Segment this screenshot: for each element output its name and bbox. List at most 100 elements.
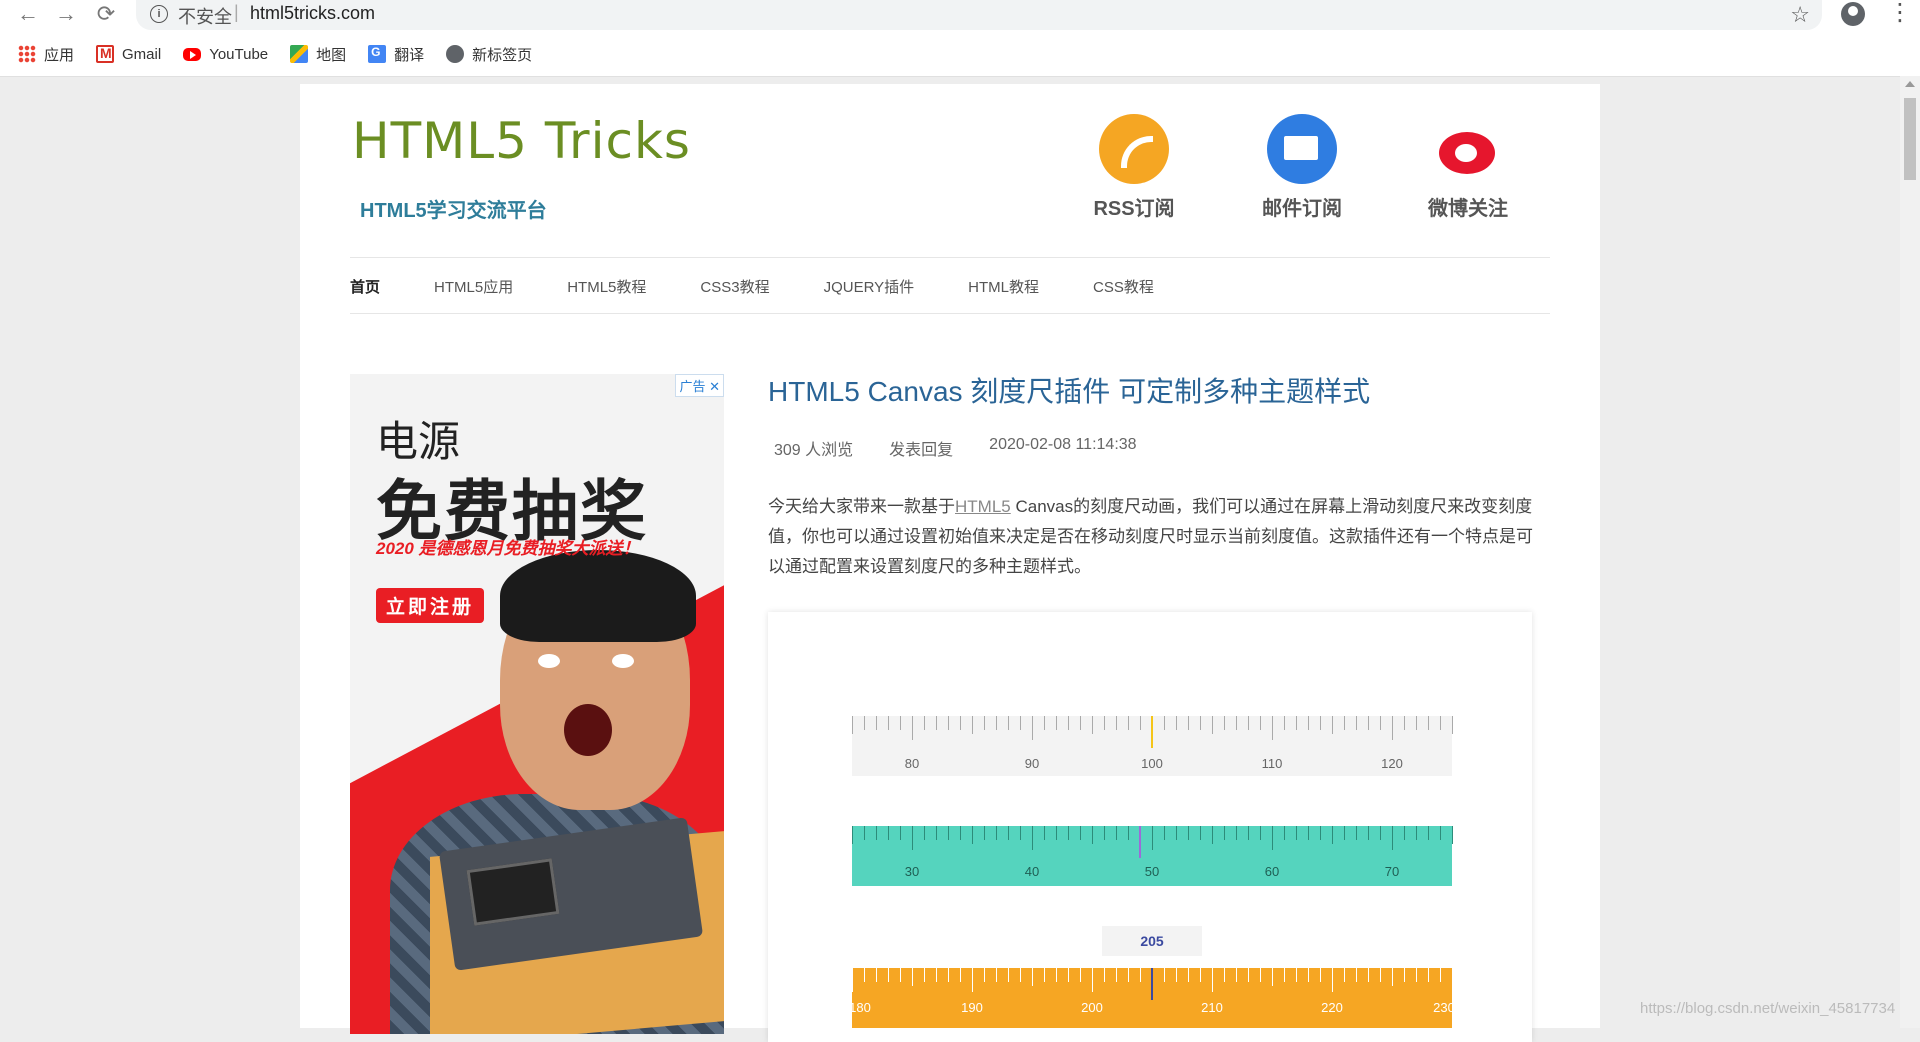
globe-icon bbox=[446, 45, 465, 63]
bookmark-maps[interactable]: 地图 bbox=[290, 44, 346, 65]
ruler-tick-label: 220 bbox=[1321, 1000, 1343, 1015]
ruler-tick bbox=[876, 716, 877, 730]
ruler-tick-label: 120 bbox=[1381, 756, 1403, 771]
ruler-tick bbox=[888, 968, 889, 982]
ad-register-button[interactable]: 立即注册 bbox=[376, 588, 485, 623]
reload-icon[interactable]: ⟳ bbox=[92, 0, 120, 28]
bookmark-apps[interactable]: 应用 bbox=[18, 44, 74, 65]
ruler-tick bbox=[1008, 826, 1009, 840]
ruler-tick-label: 90 bbox=[1024, 756, 1040, 771]
ruler-tick bbox=[1164, 826, 1165, 840]
page-content: HTML5 Tricks HTML5学习交流平台 RSS订阅 邮件订阅 微博关注… bbox=[300, 84, 1600, 1042]
kebab-menu-icon[interactable]: ⋮ bbox=[1888, 0, 1912, 26]
ruler-tick bbox=[852, 826, 853, 844]
close-icon[interactable]: ✕ bbox=[709, 379, 720, 394]
bookmark-translate[interactable]: 翻译 bbox=[368, 44, 424, 65]
post-date: 2020-02-08 11:14:38 bbox=[989, 436, 1137, 453]
ruler-tick bbox=[1020, 826, 1021, 840]
ruler-tick bbox=[1104, 716, 1105, 730]
ad-person-mouth bbox=[564, 704, 612, 756]
reply-link[interactable]: 发表回复 bbox=[889, 436, 953, 460]
ad-close-tag[interactable]: 广告 ✕ bbox=[675, 374, 724, 397]
weibo-follow[interactable]: 微博关注 bbox=[1408, 114, 1528, 221]
ruler-tick bbox=[876, 968, 877, 982]
ruler-tick bbox=[1224, 968, 1225, 982]
scrollbar-thumb[interactable] bbox=[1904, 98, 1916, 180]
ruler-tick bbox=[1368, 968, 1369, 982]
bookmark-star-icon[interactable]: ☆ bbox=[1790, 2, 1810, 28]
nav-jquery-plugins[interactable]: JQUERY插件 bbox=[824, 276, 915, 297]
article-title[interactable]: HTML5 Canvas 刻度尺插件 可定制多种主题样式 bbox=[768, 370, 1370, 410]
nav-css3-tutorials[interactable]: CSS3教程 bbox=[700, 276, 769, 297]
ruler-tick bbox=[1188, 968, 1189, 982]
address-bar[interactable]: i 不安全 | html5tricks.com ☆ bbox=[136, 0, 1822, 30]
intro-text: 今天给大家带来一款基于 bbox=[768, 497, 955, 516]
nav-html5-tutorials[interactable]: HTML5教程 bbox=[567, 276, 646, 297]
ruler-tick bbox=[1380, 826, 1381, 840]
rss-subscribe[interactable]: RSS订阅 bbox=[1074, 114, 1194, 221]
insecure-label: 不安全 bbox=[178, 7, 232, 27]
ruler-tick bbox=[900, 716, 901, 730]
ad-line3: 2020 是德感恩月免费抽奖大派送！ bbox=[376, 539, 640, 558]
ruler-tick bbox=[1188, 716, 1189, 730]
ruler-tick bbox=[996, 716, 997, 730]
mail-label: 邮件订阅 bbox=[1262, 198, 1342, 220]
bookmark-new-tab[interactable]: 新标签页 bbox=[446, 44, 532, 65]
info-icon[interactable]: i bbox=[150, 5, 168, 23]
ruler-tick bbox=[1368, 716, 1369, 730]
nav-css-tutorials[interactable]: CSS教程 bbox=[1093, 276, 1154, 297]
html5-link[interactable]: HTML5 bbox=[955, 497, 1011, 516]
nav-html-tutorials[interactable]: HTML教程 bbox=[968, 276, 1039, 297]
vertical-scrollbar[interactable] bbox=[1900, 76, 1920, 1028]
gmail-icon bbox=[96, 45, 115, 63]
ruler-tick bbox=[1140, 968, 1141, 982]
mail-subscribe[interactable]: 邮件订阅 bbox=[1242, 114, 1362, 221]
ruler-tick bbox=[1308, 968, 1309, 982]
ruler-tick bbox=[1404, 826, 1405, 840]
ruler-tick bbox=[1116, 716, 1117, 730]
ruler-tick bbox=[1224, 826, 1225, 840]
ruler-tick bbox=[1008, 716, 1009, 730]
nav-home[interactable]: 首页 bbox=[350, 276, 380, 297]
ruler-tick bbox=[852, 716, 853, 734]
ruler-default-theme[interactable]: 80 90 100 110 120 bbox=[852, 716, 1453, 776]
ruler-orange-theme[interactable]: 180 190 200 210 220 230 bbox=[849, 968, 1455, 1028]
ruler-tick bbox=[1080, 716, 1081, 730]
bookmark-gmail[interactable]: Gmail bbox=[96, 45, 161, 63]
ruler-tick-label: 200 bbox=[1081, 1000, 1103, 1015]
ruler-tick-label: 70 bbox=[1384, 864, 1400, 879]
ruler-tick bbox=[912, 968, 913, 986]
ruler-tick bbox=[1416, 968, 1417, 982]
bookmark-label: 应用 bbox=[44, 46, 75, 64]
ruler-tick bbox=[1272, 968, 1273, 986]
ruler-tick bbox=[960, 968, 961, 982]
ruler-tick bbox=[864, 716, 865, 730]
ruler-tick bbox=[1128, 968, 1129, 982]
url-text[interactable]: html5tricks.com bbox=[250, 3, 375, 24]
ruler-tick bbox=[1344, 716, 1345, 730]
ruler-tick bbox=[996, 826, 997, 840]
ad-banner[interactable]: 电源 免费抽奖 2020 是德感恩月免费抽奖大派送！ 立即注册 广告 ✕ bbox=[350, 374, 724, 1034]
ruler-tick bbox=[924, 716, 925, 730]
ruler-tick bbox=[1332, 716, 1333, 734]
site-logo[interactable]: HTML5 Tricks bbox=[352, 112, 691, 170]
ruler-tick-label: 180 bbox=[849, 1000, 871, 1015]
ad-person-hair bbox=[500, 550, 696, 642]
ruler-tick bbox=[1068, 968, 1069, 982]
profile-avatar-icon[interactable] bbox=[1841, 2, 1865, 26]
mail-icon bbox=[1267, 114, 1337, 184]
forward-arrow-icon[interactable]: → bbox=[52, 0, 80, 28]
ruler-tick bbox=[1200, 826, 1201, 840]
ruler-tick bbox=[1260, 826, 1261, 840]
ruler-tick-label: 190 bbox=[961, 1000, 983, 1015]
nav-html5-apps[interactable]: HTML5应用 bbox=[434, 276, 513, 297]
ruler-pointer bbox=[1151, 968, 1153, 1000]
ruler-tick bbox=[1224, 716, 1225, 730]
back-arrow-icon[interactable]: ← bbox=[14, 0, 42, 28]
bookmark-label: 新标签页 bbox=[472, 46, 533, 64]
bookmark-youtube[interactable]: YouTube bbox=[183, 46, 268, 63]
ruler-tick bbox=[1080, 826, 1081, 840]
ruler-tick bbox=[1092, 716, 1093, 734]
ruler-teal-theme[interactable]: 30 40 50 60 70 bbox=[852, 826, 1453, 886]
scroll-up-arrow-icon[interactable] bbox=[1905, 81, 1915, 87]
